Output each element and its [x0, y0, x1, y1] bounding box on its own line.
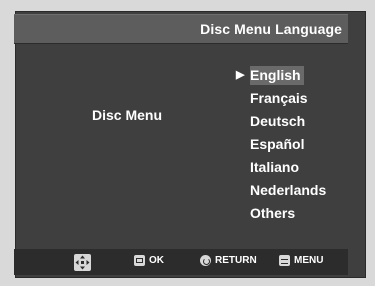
language-menu: ▶ English Français Deutsch Español Itali… — [236, 66, 329, 227]
button-guide-bar: OK RETURN MENU — [14, 249, 348, 275]
language-option-label: Nederlands — [250, 182, 327, 198]
direction-pad-icon — [74, 254, 91, 271]
ok-label: OK — [149, 255, 164, 266]
language-option-francais[interactable]: Français — [236, 89, 329, 112]
enter-icon — [134, 255, 145, 266]
page-title: Disc Menu Language — [200, 21, 342, 37]
menu-icon — [279, 255, 290, 266]
language-option-label: Others — [250, 205, 296, 221]
language-option-others[interactable]: Others — [236, 204, 329, 227]
language-option-espanol[interactable]: Español — [236, 135, 329, 158]
language-option-label: Deutsch — [250, 113, 306, 129]
return-icon — [200, 255, 211, 266]
language-option-italiano[interactable]: Italiano — [236, 158, 329, 181]
language-option-english[interactable]: ▶ English — [236, 66, 329, 89]
ok-button-hint: OK — [134, 255, 164, 266]
language-option-label: Italiano — [250, 159, 300, 175]
setting-label: Disc Menu — [92, 107, 163, 123]
language-option-label: Français — [250, 90, 308, 106]
language-option-deutsch[interactable]: Deutsch — [236, 112, 329, 135]
title-bar: Disc Menu Language — [14, 14, 348, 44]
language-option-label: English — [250, 66, 304, 85]
return-button-hint: RETURN — [200, 255, 257, 266]
menu-button-hint: MENU — [279, 255, 323, 266]
return-label: RETURN — [215, 255, 257, 266]
language-option-nederlands[interactable]: Nederlands — [236, 181, 329, 204]
language-option-label: Español — [250, 136, 305, 152]
menu-label: MENU — [294, 255, 324, 266]
selection-cursor-icon: ▶ — [236, 69, 245, 81]
